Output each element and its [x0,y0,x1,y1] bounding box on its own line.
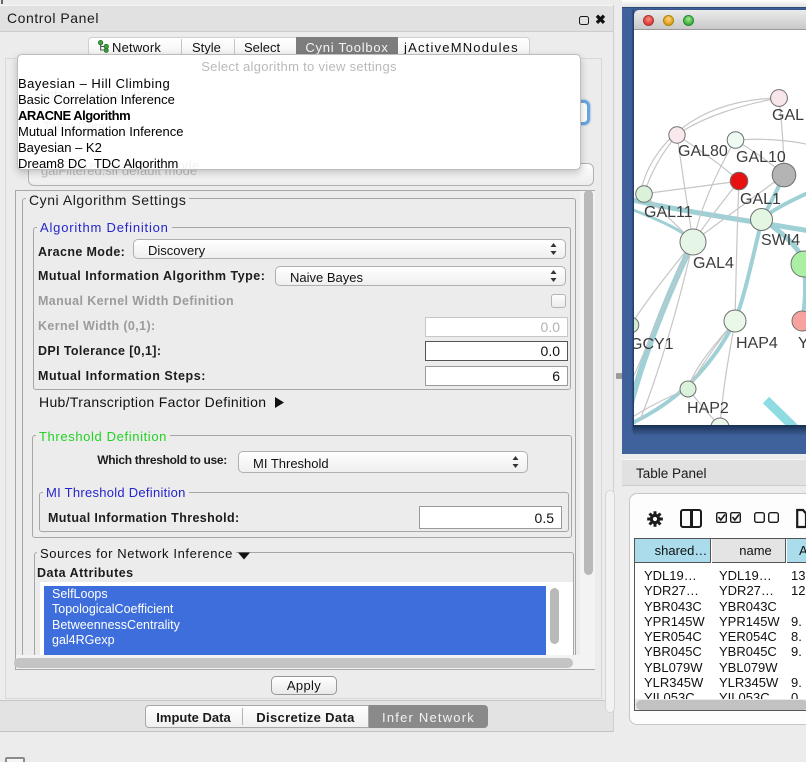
svg-text:HAP4: HAP4 [736,335,778,352]
svg-text:GCY1: GCY1 [634,336,674,353]
svg-text:HAP2: HAP2 [687,400,729,417]
svg-text:Y: Y [798,335,806,352]
svg-text:GAL80: GAL80 [678,143,728,160]
svg-text:GAL10: GAL10 [736,149,786,166]
svg-text:SWI4: SWI4 [761,232,800,249]
svg-text:GAL1: GAL1 [740,191,781,208]
svg-text:GAL4: GAL4 [693,255,734,272]
svg-text:GAL11: GAL11 [644,204,693,221]
svg-text:GAL: GAL [772,107,804,124]
